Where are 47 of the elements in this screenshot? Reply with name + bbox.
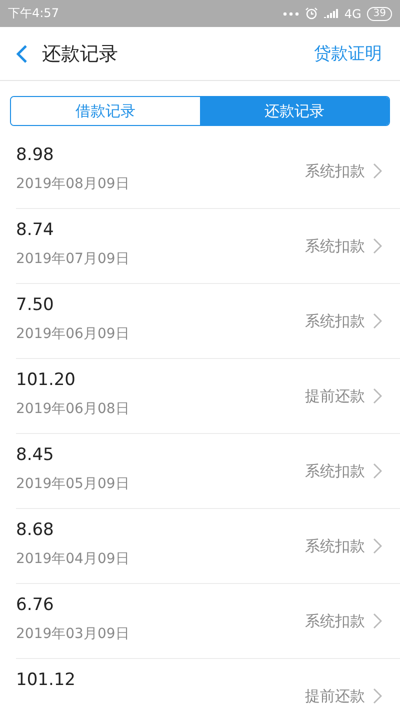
record-amount: 101.12 xyxy=(16,670,76,690)
record-row[interactable]: 6.76 2019年03月09日 系统扣款 xyxy=(16,584,400,659)
record-date: 2019年03月09日 xyxy=(16,625,130,643)
chevron-icon xyxy=(373,613,382,629)
record-row[interactable]: 8.98 2019年08月09日 系统扣款 xyxy=(16,134,400,209)
record-amount: 8.68 xyxy=(16,520,55,540)
record-date: 2019年05月09日 xyxy=(16,475,130,493)
record-amount: 7.50 xyxy=(16,295,55,315)
record-amount: 8.45 xyxy=(16,445,55,465)
record-type: 系统扣款 xyxy=(305,462,365,480)
record-row[interactable]: 101.12 提前还款 xyxy=(16,659,400,711)
record-date: 2019年06月09日 xyxy=(16,325,130,343)
record-row[interactable]: 8.45 2019年05月09日 系统扣款 xyxy=(16,434,400,509)
record-type: 提前还款 xyxy=(305,686,365,706)
chevron-icon xyxy=(373,388,382,404)
network-type: 4G xyxy=(344,6,362,20)
record-amount: 8.98 xyxy=(16,145,55,165)
alarm-icon xyxy=(305,7,318,20)
record-amount: 8.74 xyxy=(16,220,55,240)
chevron-icon xyxy=(373,163,382,179)
record-date: 2019年06月08日 xyxy=(16,400,130,418)
record-amount: 6.76 xyxy=(16,595,55,615)
chevron-icon xyxy=(373,463,382,479)
record-date: 2019年08月09日 xyxy=(16,175,130,193)
more-icon xyxy=(283,12,300,16)
record-type: 系统扣款 xyxy=(305,236,365,256)
battery-level: 39 xyxy=(367,6,392,20)
record-amount: 101.20 xyxy=(16,370,76,390)
signal-icon xyxy=(324,8,338,19)
chevron-icon xyxy=(373,238,382,254)
record-date: 2019年07月09日 xyxy=(16,250,130,268)
record-row[interactable]: 8.68 2019年04月09日 系统扣款 xyxy=(16,509,400,584)
record-date: 2019年04月09日 xyxy=(16,550,130,568)
record-row[interactable]: 8.74 2019年07月09日 系统扣款 xyxy=(16,209,400,284)
record-type: 系统扣款 xyxy=(305,612,365,630)
back-button[interactable] xyxy=(16,44,28,64)
status-time: 下午4:57 xyxy=(8,5,60,22)
chevron-icon xyxy=(373,688,382,704)
page-title: 还款记录 xyxy=(42,42,119,66)
chevron-icon xyxy=(373,538,382,554)
record-type: 系统扣款 xyxy=(305,312,365,330)
record-type: 系统扣款 xyxy=(305,162,365,180)
record-row[interactable]: 7.50 2019年06月09日 系统扣款 xyxy=(16,284,400,359)
record-type: 提前还款 xyxy=(305,386,365,406)
record-row[interactable]: 101.20 2019年06月08日 提前还款 xyxy=(16,359,400,434)
chevron-icon xyxy=(373,313,382,329)
record-type: 系统扣款 xyxy=(305,536,365,556)
